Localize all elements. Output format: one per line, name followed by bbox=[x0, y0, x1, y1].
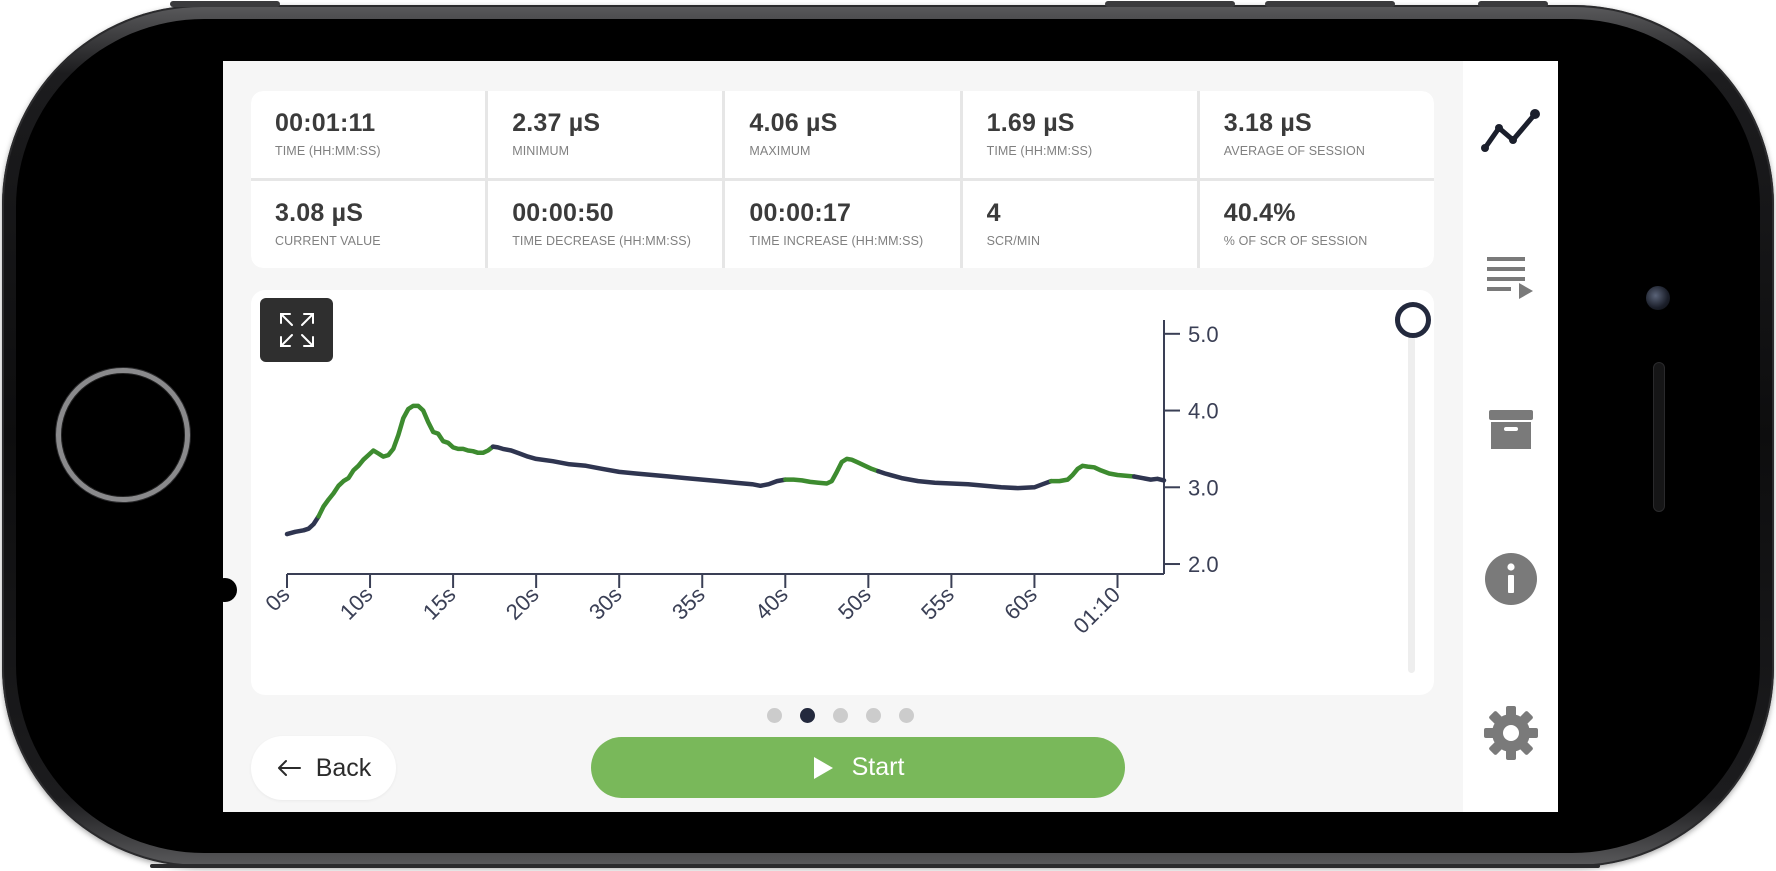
stat-value: 00:00:50 bbox=[512, 199, 614, 227]
nav-rail bbox=[1463, 61, 1558, 812]
series-line-segment bbox=[1131, 474, 1167, 483]
expand-icon bbox=[279, 313, 314, 347]
stat-label: AVERAGE OF SESSION bbox=[1223, 144, 1365, 158]
stats-grid: 00:01:11 TIME (HH:MM:SS) 2.37 µS MINIMUM… bbox=[251, 91, 1434, 268]
stat-label: TIME (HH:MM:SS) bbox=[275, 144, 381, 158]
stat-value: 4.06 µS bbox=[749, 109, 838, 137]
stat-value: 4 bbox=[986, 199, 1001, 227]
stat-time-decrease: 00:00:50 TIME DECREASE (HH:MM:SS) bbox=[488, 181, 723, 268]
app-screen: 00:01:11 TIME (HH:MM:SS) 2.37 µS MINIMUM… bbox=[223, 61, 1558, 812]
info-icon bbox=[1484, 553, 1537, 605]
y-tick-label: 4.0 bbox=[1188, 399, 1219, 424]
y-tick-label: 3.0 bbox=[1188, 475, 1219, 500]
archive-icon bbox=[1488, 410, 1533, 449]
nav-item-archive[interactable] bbox=[1463, 401, 1558, 457]
x-tick-label: 10s bbox=[335, 582, 378, 625]
series-line-segment bbox=[876, 468, 1054, 491]
series-line-segment bbox=[284, 514, 321, 537]
stat-scr-per-min: 4 SCR/MIN bbox=[962, 181, 1197, 268]
start-button[interactable]: Start bbox=[591, 737, 1125, 798]
back-button[interactable]: Back bbox=[251, 736, 396, 800]
page-dot[interactable] bbox=[899, 708, 914, 723]
stat-average: 3.18 µS AVERAGE OF SESSION bbox=[1199, 91, 1434, 178]
stat-label: % of SCR OF SESSION bbox=[1223, 234, 1368, 248]
arrow-left-icon bbox=[277, 760, 301, 776]
stat-value: 40.4% bbox=[1223, 199, 1296, 227]
x-tick-label: 20s bbox=[501, 582, 544, 625]
camera-icon bbox=[1646, 286, 1670, 310]
x-tick-label: 30s bbox=[584, 582, 627, 625]
stat-label: MINIMUM bbox=[512, 144, 570, 158]
stat-label: CURRENT VALUE bbox=[275, 234, 381, 248]
x-tick-label: 15s bbox=[418, 582, 461, 625]
scr-response-segment bbox=[783, 456, 881, 486]
x-tick-label: 55s bbox=[916, 582, 959, 625]
nav-item-playlist[interactable] bbox=[1463, 247, 1558, 307]
zoom-slider-track[interactable] bbox=[1408, 332, 1415, 673]
y-tick-label: 5.0 bbox=[1188, 322, 1219, 347]
stat-maximum: 4.06 µS MAXIMUM bbox=[725, 91, 960, 178]
page-dot[interactable] bbox=[767, 708, 782, 723]
x-tick-label: 0s bbox=[260, 582, 294, 616]
x-tick-label: 35s bbox=[667, 582, 710, 625]
expand-chart-button[interactable] bbox=[260, 298, 333, 362]
home-button[interactable] bbox=[56, 368, 190, 502]
stat-value: 3.08 µS bbox=[275, 199, 364, 227]
stat-time-increase: 00:00:17 TIME INCREASE (HH:MM:SS) bbox=[725, 181, 960, 268]
stat-current-value: 3.08 µS CURRENT VALUE bbox=[251, 181, 486, 268]
bottom-edge bbox=[150, 864, 1600, 868]
page-dot-active[interactable] bbox=[800, 708, 815, 723]
y-tick-label: 2.0 bbox=[1188, 552, 1219, 577]
x-tick-label: 50s bbox=[833, 582, 876, 625]
x-tick-label: 40s bbox=[750, 582, 793, 625]
volume-button bbox=[170, 1, 280, 7]
nav-item-info[interactable] bbox=[1463, 549, 1558, 609]
x-tick-label: 01:10 bbox=[1068, 582, 1125, 639]
settings-icon bbox=[1483, 706, 1538, 760]
stat-label: SCR/MIN bbox=[986, 234, 1041, 248]
volume-up-button bbox=[1105, 1, 1235, 7]
stat-scr-percent: 40.4% % of SCR OF SESSION bbox=[1199, 181, 1434, 268]
series-line-segment bbox=[490, 444, 788, 489]
stat-value: 3.18 µS bbox=[1223, 109, 1312, 137]
mute-switch bbox=[1478, 1, 1548, 7]
speaker-grille bbox=[1653, 362, 1665, 512]
stat-minimum: 2.37 µS MINIMUM bbox=[488, 91, 723, 178]
start-label: Start bbox=[851, 753, 905, 781]
stat-label: TIME INCREASE (HH:MM:SS) bbox=[749, 234, 924, 248]
stat-session-time: 00:01:11 TIME (HH:MM:SS) bbox=[251, 91, 486, 178]
back-label: Back bbox=[315, 753, 372, 782]
scr-response-segment bbox=[1048, 463, 1137, 484]
line-chart-icon bbox=[1480, 109, 1540, 152]
chart-card: 2.0 3.0 4.0 5.0 0s 10s 15s 20s 30s 35s 40s 50s 55s 60… bbox=[251, 290, 1434, 695]
stat-value: 1.69 µS bbox=[986, 109, 1075, 137]
page-indicator bbox=[767, 708, 914, 723]
stat-label: TIME (HH:MM:SS) bbox=[986, 144, 1093, 158]
zoom-slider-thumb[interactable] bbox=[1395, 302, 1431, 338]
stat-value: 2.37 µS bbox=[512, 109, 601, 137]
nav-item-chart[interactable] bbox=[1463, 101, 1558, 161]
volume-down-button bbox=[1265, 1, 1395, 7]
x-tick-label: 60s bbox=[999, 582, 1042, 625]
play-icon bbox=[813, 756, 833, 779]
page-dot[interactable] bbox=[833, 708, 848, 723]
page-dot[interactable] bbox=[866, 708, 881, 723]
stat-value: 00:00:17 bbox=[749, 199, 852, 227]
stat-label: MAXIMUM bbox=[749, 144, 811, 158]
stat-label: TIME DECREASE (HH:MM:SS) bbox=[512, 234, 691, 248]
nav-item-settings[interactable] bbox=[1463, 703, 1558, 763]
stat-range: 1.69 µS TIME (HH:MM:SS) bbox=[962, 91, 1197, 178]
playlist-icon bbox=[1486, 257, 1533, 299]
eda-line-chart: 2.0 3.0 4.0 5.0 0s 10s 15s 20s 30s 35s 40s 50s 55s 60… bbox=[260, 320, 1219, 639]
scr-response-segment bbox=[316, 403, 496, 519]
edge-indicator bbox=[223, 578, 237, 602]
stat-value: 00:01:11 bbox=[275, 109, 376, 137]
